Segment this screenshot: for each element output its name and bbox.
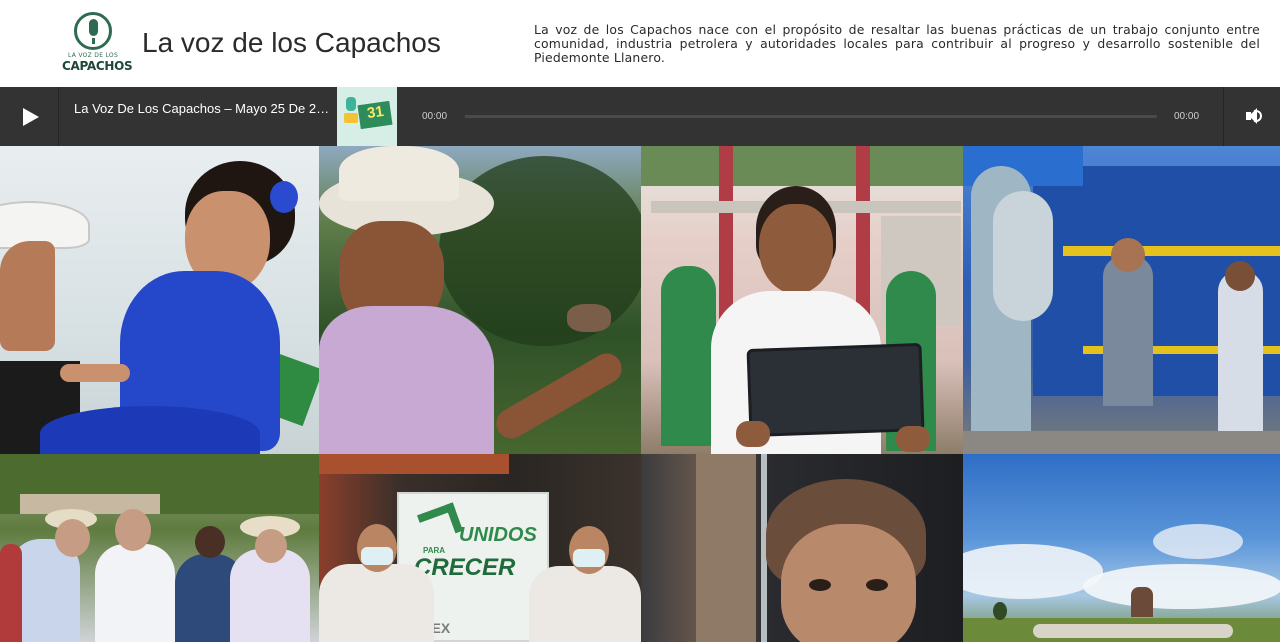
volume-icon-wave bbox=[1254, 110, 1262, 122]
duration-time: 00:00 bbox=[1174, 111, 1200, 122]
microphone-icon bbox=[89, 19, 98, 36]
banner-unidos-text: UNIDOS bbox=[459, 524, 537, 546]
gallery-image-cowboy[interactable] bbox=[319, 146, 641, 454]
site-header: LA VOZ DE LOS CAPACHOS La voz de los Cap… bbox=[0, 0, 1280, 87]
current-time: 00:00 bbox=[422, 111, 448, 122]
thumbnail-figure bbox=[346, 97, 356, 111]
microphone-stand bbox=[92, 38, 95, 44]
logo-big-text: CAPACHOS bbox=[62, 59, 133, 73]
gallery-image-facility[interactable] bbox=[963, 146, 1280, 454]
track-title[interactable]: La Voz De Los Capachos – Mayo 25 De 2… bbox=[74, 101, 332, 116]
logo-small-text: LA VOZ DE LOS bbox=[67, 52, 119, 59]
gallery-image-student[interactable] bbox=[641, 146, 963, 454]
gallery-image-banner[interactable]: UNIDOS PARA CRECER PAREX bbox=[319, 454, 641, 642]
play-button[interactable] bbox=[0, 87, 59, 146]
site-logo[interactable]: LA VOZ DE LOS CAPACHOS bbox=[62, 12, 133, 74]
photo-gallery: UNIDOS PARA CRECER PAREX bbox=[0, 146, 1280, 642]
progress-bar[interactable] bbox=[465, 115, 1157, 118]
gallery-image-landscape[interactable] bbox=[963, 454, 1280, 642]
gallery-image-dancer[interactable] bbox=[0, 146, 319, 454]
gallery-image-group[interactable] bbox=[0, 454, 319, 642]
site-title[interactable]: La voz de los Capachos bbox=[142, 27, 441, 59]
volume-button[interactable] bbox=[1223, 87, 1280, 146]
audio-player: La Voz De Los Capachos – Mayo 25 De 2… 3… bbox=[0, 87, 1280, 146]
site-description: La voz de los Capachos nace con el propó… bbox=[534, 22, 1260, 65]
thumbnail-number: 31 bbox=[365, 102, 385, 123]
track-thumbnail: 31 bbox=[337, 87, 397, 146]
gallery-image-water[interactable] bbox=[641, 454, 963, 642]
thumbnail-figure-base bbox=[344, 113, 358, 123]
